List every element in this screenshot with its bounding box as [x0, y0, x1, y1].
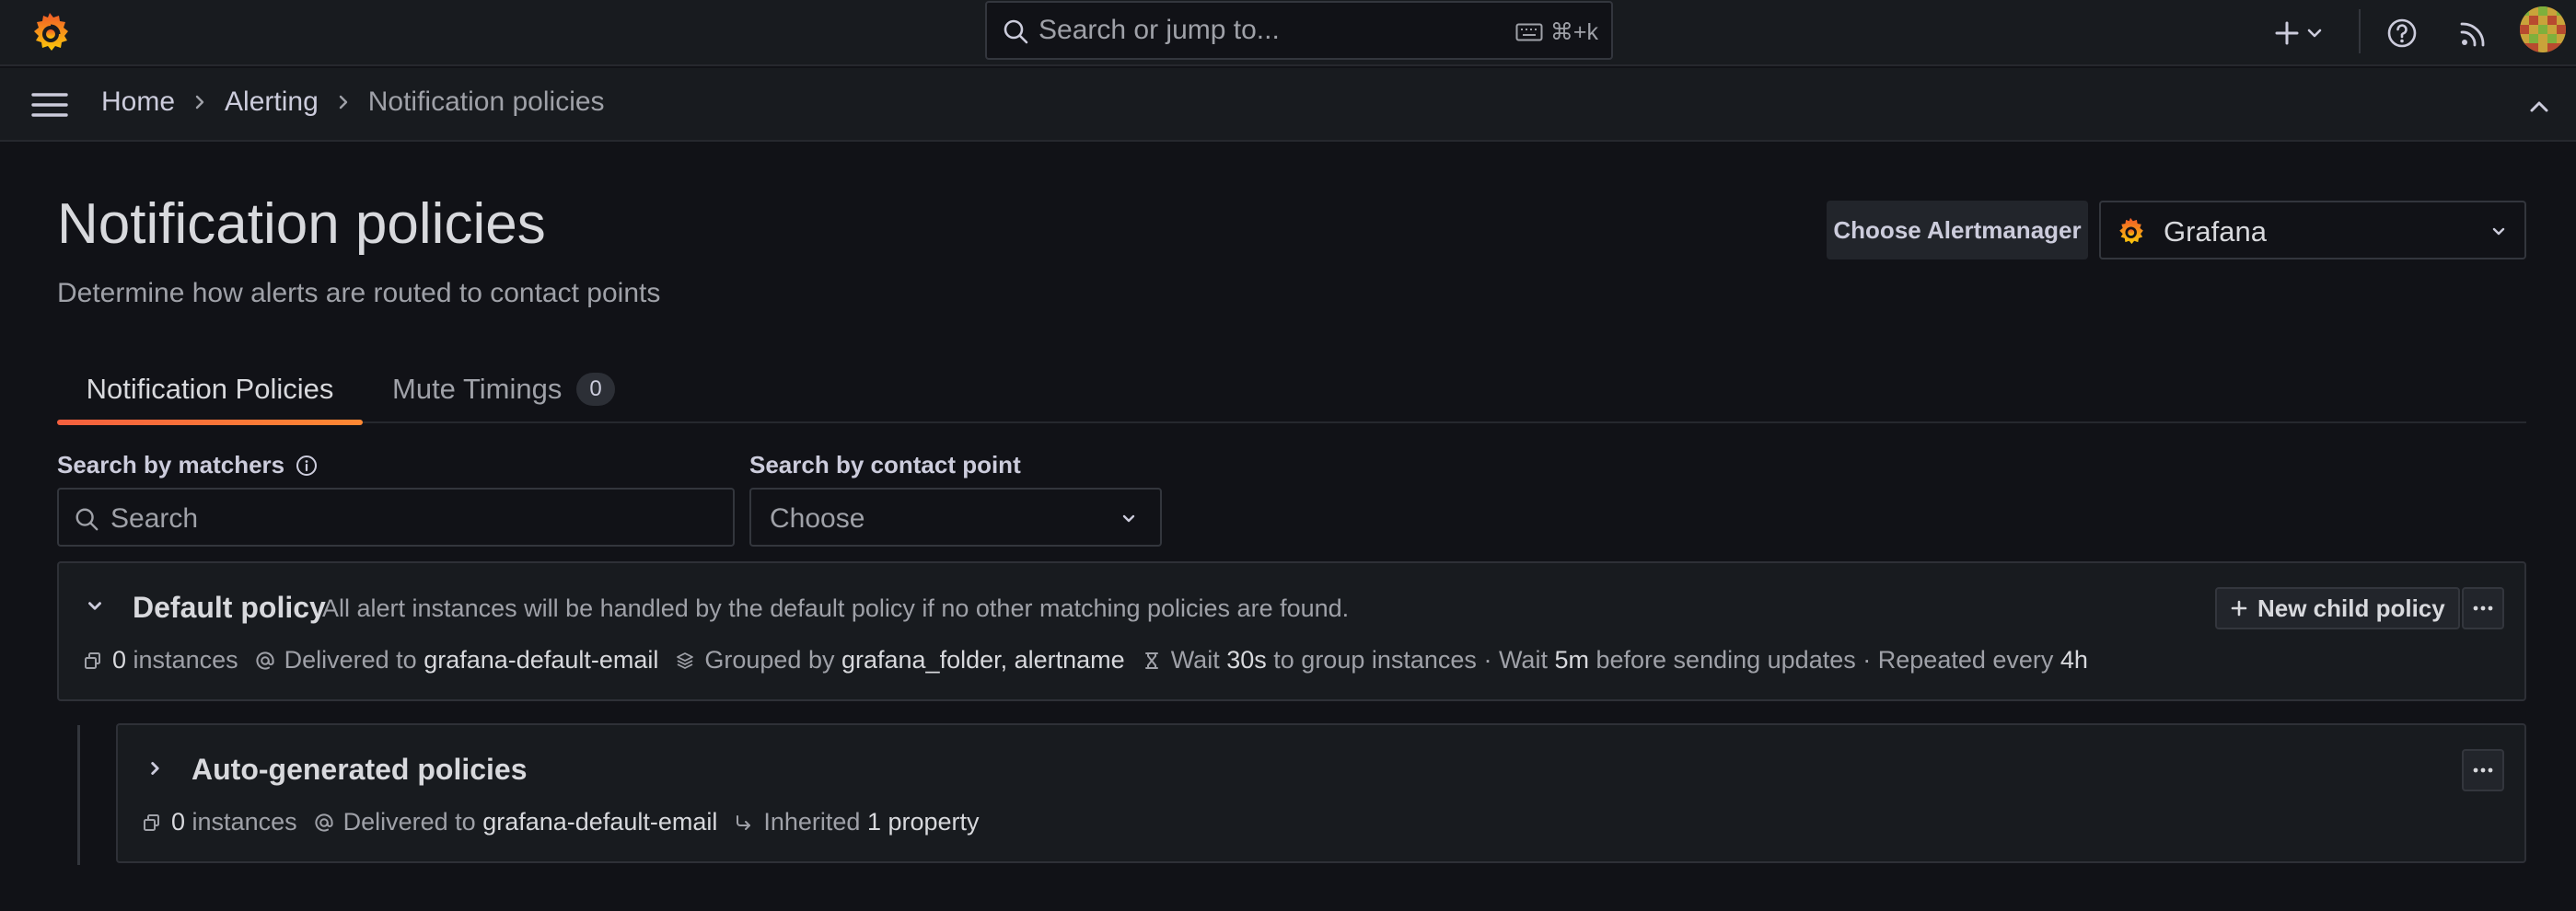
policy-metadata: 0 instances Delivered to grafana-default…	[142, 808, 980, 836]
search-placeholder: Search	[110, 503, 199, 534]
instances-label[interactable]: instances	[133, 646, 238, 675]
breadcrumb-current: Notification policies	[367, 86, 605, 117]
at-sign-icon	[256, 651, 274, 670]
contact-point-link[interactable]: grafana-default-email	[482, 808, 717, 836]
grafana-logo-icon[interactable]	[26, 9, 74, 57]
inherited-value[interactable]: 1 property	[867, 808, 980, 836]
breadcrumb-bar: Home Alerting Notification policies	[0, 68, 2576, 142]
inherited-arrow-icon	[737, 814, 751, 830]
label-text: Search by matchers	[57, 451, 285, 479]
repeat-interval-value: 4h	[2060, 646, 2088, 674]
group-wait-suffix: to group instances	[1273, 646, 1477, 674]
tab-mute-timings[interactable]: Mute Timings 0	[392, 354, 615, 423]
instances-count: 0	[112, 646, 127, 674]
grouped-value: grafana_folder, alertname	[841, 646, 1125, 674]
contact-filter-label: Search by contact point	[749, 451, 1021, 479]
chevron-down-icon[interactable]	[85, 596, 105, 617]
grouped-label: Grouped by	[704, 646, 835, 674]
global-search-input[interactable]: Search or jump to... ⌘+k	[985, 1, 1613, 60]
breadcrumb-home[interactable]: Home	[101, 86, 175, 118]
policy-tree-line	[77, 725, 80, 865]
group-interval-value: 5m	[1554, 646, 1589, 674]
search-shortcut: ⌘+k	[1515, 18, 1598, 46]
tab-label: Notification Policies	[86, 372, 334, 405]
inherited-label: Inherited	[763, 808, 861, 836]
chevron-down-icon	[2489, 223, 2508, 241]
contact-point-select[interactable]: Choose	[749, 488, 1162, 547]
alertmanager-value: Grafana	[2164, 215, 2268, 248]
instances-icon	[144, 813, 159, 831]
keyboard-icon	[1515, 23, 1543, 41]
ellipsis-icon	[2472, 767, 2494, 774]
more-options-button[interactable]	[2462, 587, 2504, 629]
alertmanager-label: Choose Alertmanager	[1827, 201, 2088, 259]
ellipsis-icon	[2472, 605, 2494, 612]
user-avatar[interactable]	[2520, 6, 2566, 52]
search-icon	[1002, 17, 1029, 45]
group-interval-suffix: before sending updates	[1595, 646, 1856, 674]
wait-label: Wait	[1498, 646, 1548, 674]
count-badge: 0	[576, 372, 615, 406]
default-policy-card: Default policy All alert instances will …	[57, 561, 2526, 701]
label-text: Search by contact point	[749, 451, 1021, 479]
hourglass-icon	[1144, 652, 1158, 669]
separator-dot: ·	[1483, 646, 1492, 674]
page-subtitle: Determine how alerts are routed to conta…	[57, 278, 661, 308]
info-icon[interactable]	[296, 455, 318, 477]
matchers-filter-label: Search by matchers	[57, 451, 318, 479]
new-child-policy-button[interactable]: New child policy	[2215, 587, 2460, 629]
alertmanager-select[interactable]: Grafana	[2099, 201, 2526, 259]
chevron-down-icon	[2307, 29, 2322, 38]
new-menu-button[interactable]	[2272, 14, 2337, 52]
chevron-right-icon	[335, 94, 352, 110]
chevron-right-icon	[191, 94, 208, 110]
search-placeholder: Search or jump to...	[1039, 15, 1280, 45]
chevron-down-icon	[1120, 510, 1138, 528]
toolbar-divider	[2359, 9, 2361, 53]
plus-icon	[2230, 599, 2248, 617]
search-icon	[74, 506, 99, 532]
instances-count: 0	[171, 808, 186, 836]
policy-metadata: 0 instances Delivered to grafana-default…	[83, 646, 2088, 675]
contact-point-link[interactable]: grafana-default-email	[424, 646, 658, 675]
rss-news-icon[interactable]	[2454, 14, 2493, 52]
grafana-logo-icon	[2114, 215, 2147, 248]
repeat-label: Repeated every	[1877, 646, 2054, 674]
page-title: Notification policies	[57, 192, 546, 256]
top-bar: Search or jump to... ⌘+k	[0, 0, 2576, 66]
help-icon[interactable]	[2383, 14, 2421, 52]
delivered-label: Delivered to	[284, 646, 417, 674]
group-wait-value: 30s	[1226, 646, 1267, 674]
breadcrumb-alerting[interactable]: Alerting	[225, 86, 319, 118]
tab-notification-policies[interactable]: Notification Policies	[57, 354, 363, 425]
more-options-button[interactable]	[2462, 749, 2504, 791]
chevron-right-icon[interactable]	[145, 758, 166, 778]
layers-icon	[677, 652, 694, 669]
auto-generated-policy-card: Auto-generated policies 0 instances Deli…	[116, 723, 2526, 863]
instances-label[interactable]: instances	[192, 808, 297, 836]
instances-icon	[85, 652, 100, 669]
breadcrumb: Home Alerting Notification policies	[101, 86, 605, 118]
active-tab-indicator	[57, 420, 363, 425]
policy-name: Default policy	[133, 591, 326, 624]
plus-icon	[2275, 21, 2299, 45]
wait-label: Wait	[1170, 646, 1220, 674]
tab-label: Mute Timings	[392, 372, 563, 405]
separator-dot: ·	[1862, 646, 1872, 674]
at-sign-icon	[315, 813, 333, 832]
shortcut-label: ⌘+k	[1549, 19, 1598, 45]
delivered-label: Delivered to	[342, 808, 476, 836]
matchers-search-input[interactable]: Search	[57, 488, 735, 547]
policy-name: Auto-generated policies	[191, 753, 528, 786]
tab-bar: Notification Policies Mute Timings 0	[57, 354, 2526, 425]
menu-hamburger-icon[interactable]	[29, 88, 70, 121]
chevron-up-icon[interactable]	[2523, 90, 2556, 123]
select-placeholder: Choose	[770, 503, 865, 534]
policy-description: All alert instances will be handled by t…	[322, 594, 1350, 622]
button-label: New child policy	[2257, 594, 2445, 622]
